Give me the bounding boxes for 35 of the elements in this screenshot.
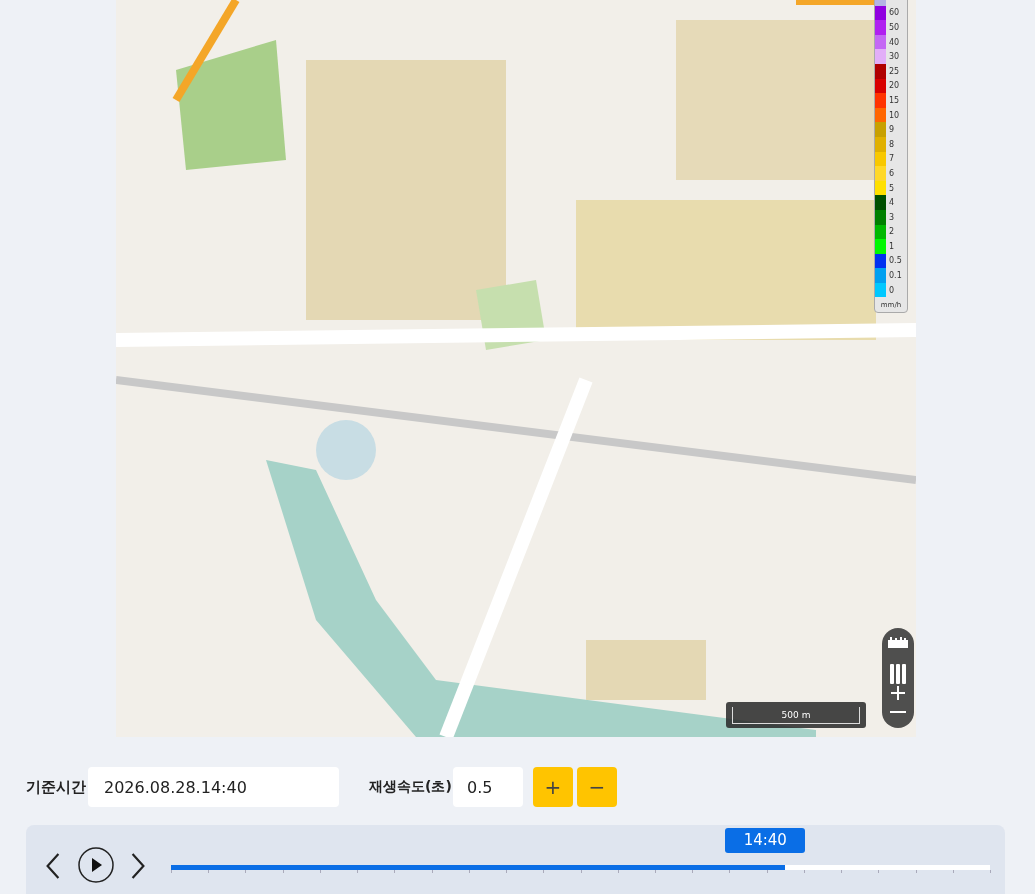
legend-label: 4 [889, 198, 895, 208]
legend-label: 15 [889, 95, 900, 105]
legend-label: 2 [889, 227, 895, 237]
scale-bar: 500 m [726, 702, 866, 728]
speed-up-button[interactable]: + [533, 767, 573, 807]
legend-label: 8 [889, 139, 895, 149]
legend-label: 50 [889, 23, 900, 32]
legend-label: 6 [889, 168, 895, 178]
next-icon[interactable] [131, 852, 145, 879]
legend-label: 25 [889, 66, 900, 76]
legend-label: 7 [889, 154, 895, 164]
speed-down-button[interactable]: − [577, 767, 617, 807]
speed-label: 재생속도(초) [369, 778, 453, 796]
zoom-in-icon[interactable] [891, 686, 905, 700]
legend-label: 9 [889, 125, 895, 135]
play-button[interactable] [78, 847, 114, 883]
time-label: 기준시간 [26, 777, 87, 797]
time-tooltip: 14:40 [725, 827, 806, 853]
previous-icon[interactable] [46, 852, 60, 879]
speed-field[interactable]: 0.5 [453, 767, 523, 807]
layers-icon[interactable] [890, 664, 906, 684]
legend-label: 0.1 [889, 271, 902, 281]
legend-label: 60 [889, 8, 900, 18]
legend-label: 10 [889, 110, 900, 120]
legend-label: 0.5 [889, 256, 902, 266]
legend-label: 40 [889, 37, 900, 47]
legend-label: 5 [889, 183, 895, 193]
legend-label: 3 [889, 212, 895, 222]
legend-label: 30 [889, 52, 900, 62]
legend-label: 20 [889, 81, 900, 91]
legend-label: 1 [889, 241, 895, 251]
legend-label: 0 [889, 285, 895, 295]
ruler-icon[interactable] [888, 636, 908, 648]
zoom-out-icon[interactable] [890, 710, 906, 714]
time-field[interactable]: 2026.08.28.14:40 [88, 767, 339, 807]
